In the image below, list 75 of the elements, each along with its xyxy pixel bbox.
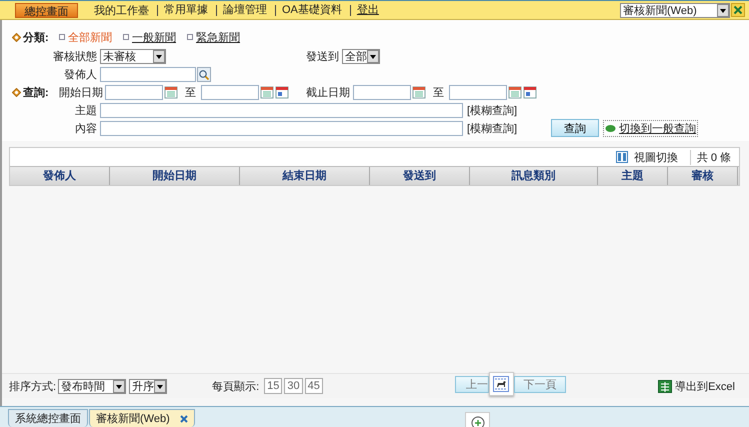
calendar-icon[interactable] [164,85,178,99]
input-field[interactable] [100,66,196,82]
sort-label: 排序方式: [9,380,56,394]
search-icon[interactable] [197,66,211,82]
field-label: 發佈人 [63,68,98,82]
view-toggle-button[interactable]: 視圖切換 [616,150,691,164]
dropdown[interactable]: 發布時間 [58,378,126,394]
input-field[interactable] [353,84,411,100]
range-label: 至 [184,86,197,100]
hint-text: [模糊查詢] [467,104,518,118]
field-label: 內容 [74,122,98,136]
leaf-icon [605,124,616,132]
columns-icon [616,151,628,163]
range-label: 至 [432,86,445,100]
zoom-in-button[interactable] [465,412,490,427]
nav-link[interactable]: 論壇管理 [216,4,271,16]
search-button[interactable]: 查詢 [551,119,600,137]
close-icon[interactable] [180,414,188,422]
field-label: 審核狀態 [52,50,98,64]
tab[interactable]: 系統總控畫面 [8,409,88,427]
page-size-option[interactable]: 45 [304,378,323,394]
column-header: 主題 [598,167,668,185]
export-link[interactable]: 導出到Excel [658,378,735,394]
page-size-option[interactable]: 15 [264,378,282,394]
hint-text: [模糊查詢] [467,122,518,136]
calendar-icon[interactable] [412,85,426,99]
dropdown[interactable]: 升序 [129,378,168,394]
diamond-icon [12,32,21,42]
input-field[interactable] [449,84,507,100]
dropdown[interactable]: 審核新聞(Web) [620,2,730,18]
section-label: 分類: [23,30,50,44]
column-header: 結束日期 [240,167,370,185]
input-field[interactable] [100,102,463,118]
previous-page-button[interactable]: 上一 [454,376,489,393]
nav-link[interactable]: OA基礎資料 [275,4,346,16]
section-label: 查詢: [23,86,50,100]
category-option[interactable]: 一般新聞 [123,30,176,44]
switch-link[interactable]: 切換到一般查詢 [603,120,698,136]
column-header: 開始日期 [110,167,240,185]
field-label: 主題 [74,104,98,118]
calendar-icon[interactable] [260,85,274,99]
dropdown[interactable]: 全部 [342,48,380,64]
nav-link[interactable]: 常用單據 [157,4,212,16]
column-header: 訊息類別 [470,167,598,185]
column-header: 發送到 [370,167,470,185]
home-button[interactable]: 總控畫面 [15,2,78,18]
page-size-option[interactable]: 30 [284,378,303,394]
field-label: 發送到 [305,50,340,64]
input-field[interactable] [100,120,463,136]
diamond-icon [12,88,21,96]
field-label: 開始日期 [59,86,104,100]
logout-link[interactable]: 登出 [350,4,383,16]
square-icon [187,34,193,40]
calendar-icon[interactable] [275,85,289,99]
per-page-label: 每頁顯示: [212,380,260,394]
dog-picture-icon [493,376,510,392]
square-icon [59,34,65,40]
category-option[interactable]: 全部新聞 [59,30,112,44]
nav-link[interactable]: 我的工作臺 [90,2,153,18]
spreadsheet-icon [658,380,672,392]
close-icon[interactable] [731,3,745,17]
input-field[interactable] [201,84,259,100]
next-page-button[interactable]: 下一頁 [514,376,566,393]
calendar-icon[interactable] [508,85,522,99]
input-field[interactable] [105,84,163,100]
square-icon [123,34,129,40]
calendar-icon[interactable] [523,85,537,99]
column-header: 發佈人 [10,167,110,185]
column-header: 審核 [668,167,738,185]
dropdown[interactable]: 未審核 [100,48,166,64]
field-label: 截止日期 [305,86,351,100]
plus-icon [470,416,484,427]
image-button[interactable] [488,372,514,396]
tab[interactable]: 審核新聞(Web) [89,409,195,427]
record-count: 共 0 條 [696,150,732,164]
